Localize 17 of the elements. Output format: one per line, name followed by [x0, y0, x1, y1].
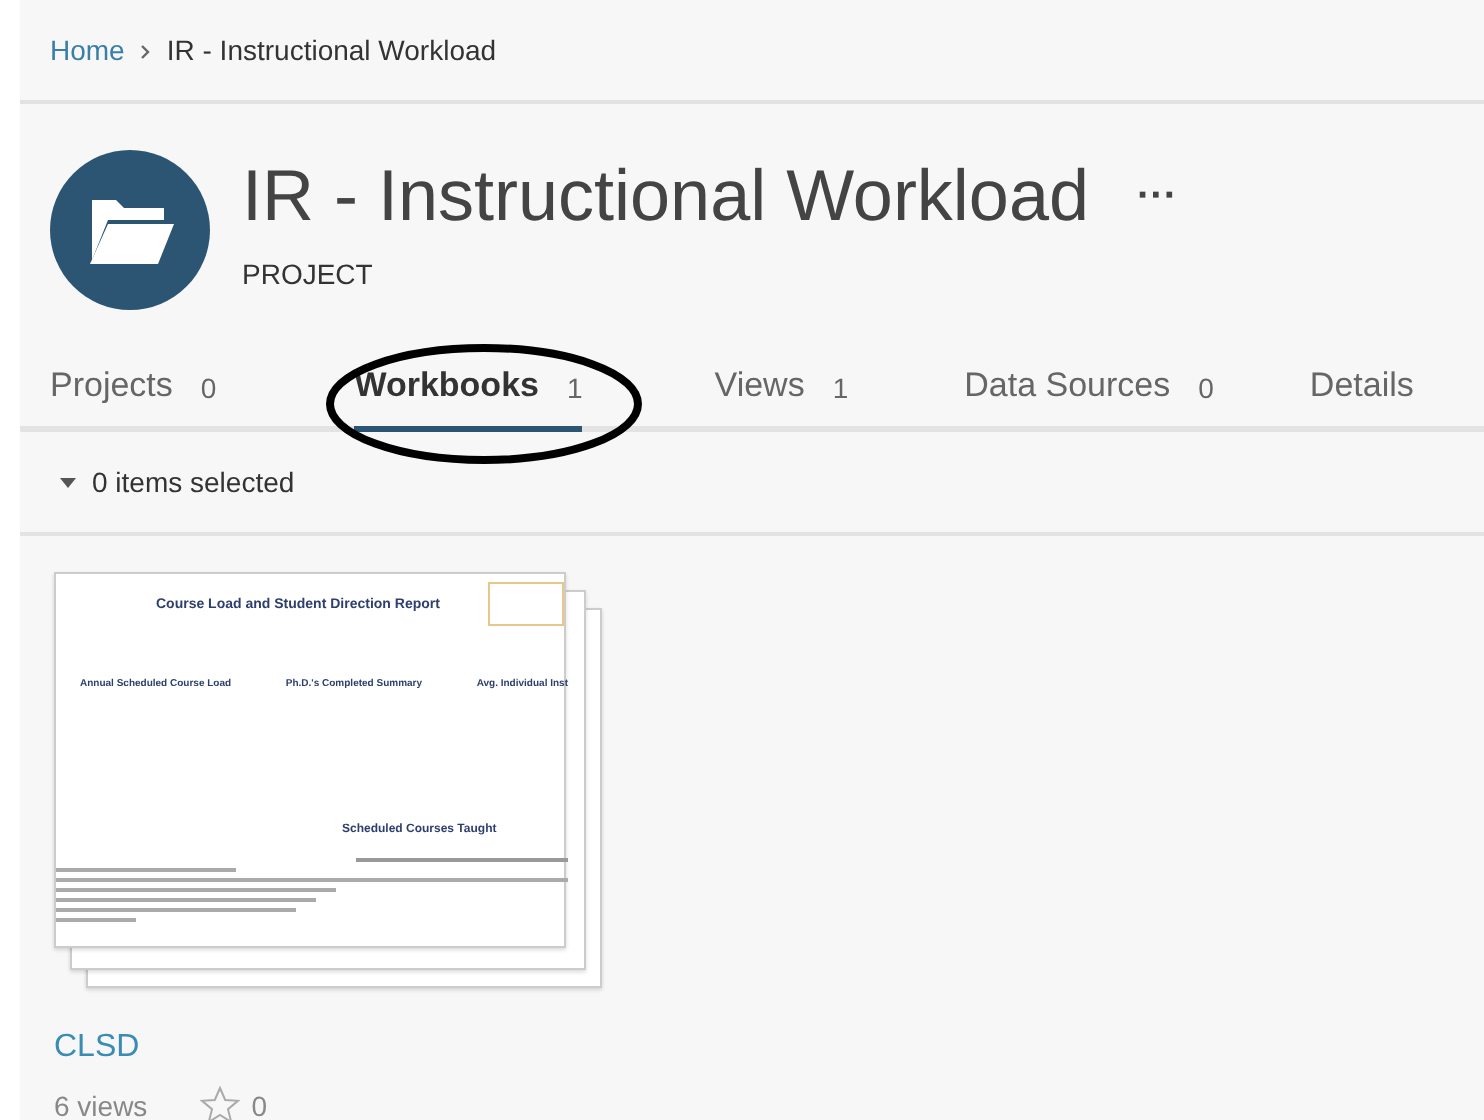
favorite-count: 0 [251, 1089, 267, 1120]
more-actions-button[interactable]: ··· [1137, 173, 1177, 219]
breadcrumb-current: IR - Instructional Workload [166, 34, 497, 66]
caret-icon [60, 477, 76, 487]
view-count: 6 views [54, 1089, 148, 1120]
legend-box [488, 582, 564, 626]
workbook-link[interactable]: CLSD [54, 1030, 614, 1066]
tab[interactable]: Views 1 [714, 358, 849, 432]
selection-dropdown[interactable]: 0 items selected [60, 466, 295, 498]
breadcrumb-link[interactable]: Home [50, 34, 125, 66]
project-label: PROJECT [242, 258, 375, 290]
chevron-icon [140, 44, 151, 60]
star-icon[interactable] [199, 1086, 240, 1120]
tab[interactable]: Details [1309, 358, 1414, 432]
tab[interactable]: Projects 0 [50, 358, 217, 432]
tab[interactable]: Data Sources 0 [964, 358, 1214, 432]
project-title: IR - Instructional Workload [242, 152, 1089, 240]
